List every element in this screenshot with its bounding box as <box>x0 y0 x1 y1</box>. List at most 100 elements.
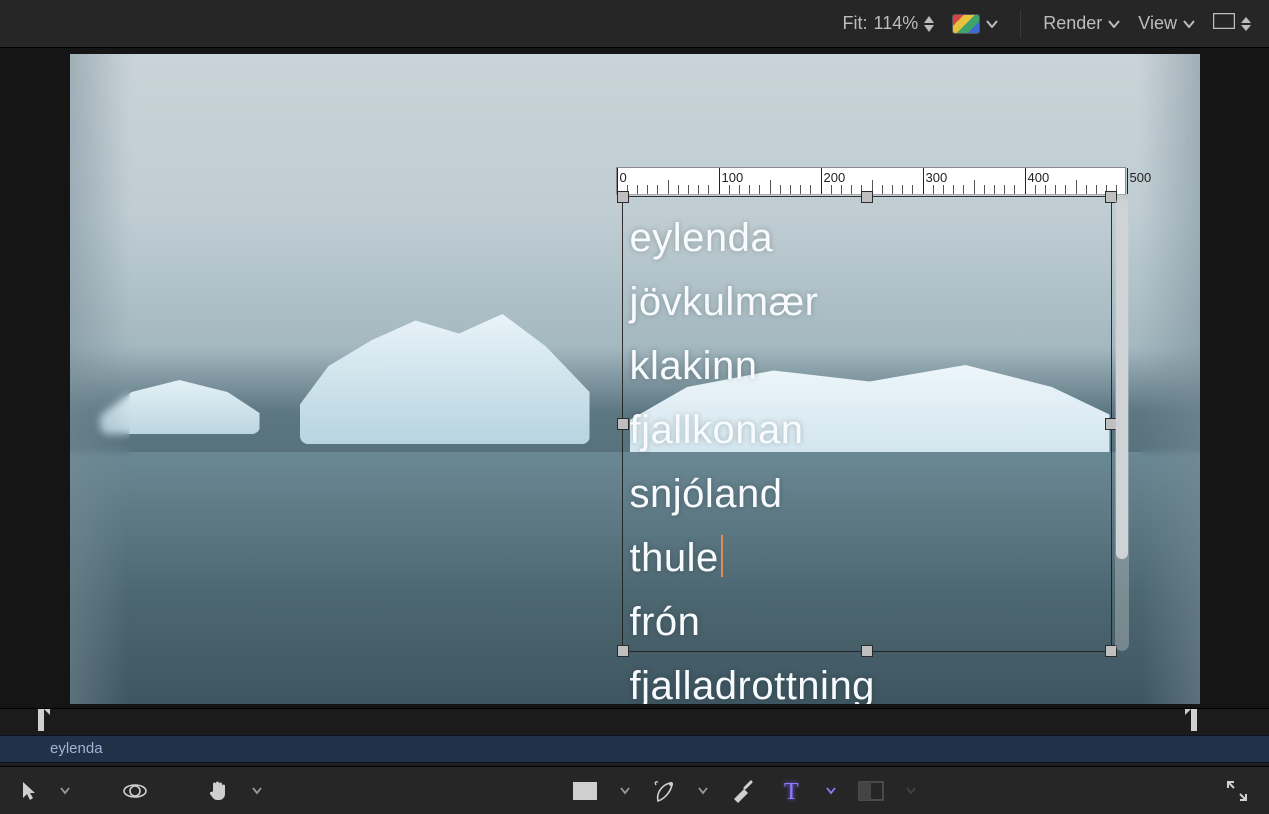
ruler-minor-tick <box>994 185 995 194</box>
text-line[interactable]: klakinn <box>630 334 875 398</box>
scene-blur-right <box>1140 54 1200 704</box>
ruler-minor-tick <box>780 185 781 194</box>
tool-toolbar: T <box>0 766 1269 814</box>
viewport[interactable]: 0100200300400500 eylendajövkulmærklakinn… <box>70 54 1200 704</box>
ruler-minor-tick <box>1076 180 1077 194</box>
mask-tool[interactable] <box>852 777 890 805</box>
ruler-major-tick <box>719 168 720 194</box>
ruler-label: 100 <box>722 170 744 185</box>
ruler-minor-tick <box>739 185 740 194</box>
tool-submenu-chevron[interactable] <box>252 787 262 795</box>
ruler-minor-tick <box>637 185 638 194</box>
pen-tool[interactable] <box>646 775 682 807</box>
timeline-ruler[interactable] <box>0 709 1269 735</box>
fit-value: 114% <box>874 13 919 34</box>
text-line[interactable]: eylenda <box>630 206 875 270</box>
ruler-minor-tick <box>943 185 944 194</box>
ruler-minor-tick <box>759 185 760 194</box>
ruler-label: 400 <box>1028 170 1050 185</box>
ruler-minor-tick <box>1045 185 1046 194</box>
timeline-clip[interactable]: eylenda <box>0 735 1269 763</box>
ruler-minor-tick <box>1096 185 1097 194</box>
tool-submenu-chevron <box>906 787 916 795</box>
resize-handle[interactable] <box>617 191 629 203</box>
scene-iceberg <box>300 314 590 444</box>
color-channel-control[interactable] <box>952 14 998 34</box>
text-scrollbar[interactable] <box>1115 197 1129 651</box>
clip-label: eylenda <box>50 740 103 757</box>
text-line[interactable]: jövkulmær <box>630 270 875 334</box>
text-tool[interactable]: T <box>776 775 810 807</box>
color-well-icon <box>952 14 980 34</box>
text-line[interactable]: snjóland <box>630 462 875 526</box>
select-tool[interactable] <box>14 776 44 806</box>
ruler-minor-tick <box>729 185 730 194</box>
svg-text:T: T <box>784 779 799 803</box>
tool-submenu-chevron[interactable] <box>620 787 630 795</box>
ruler-minor-tick <box>708 185 709 194</box>
render-label: Render <box>1043 13 1102 34</box>
ruler-minor-tick <box>810 185 811 194</box>
ruler-minor-tick <box>800 185 801 194</box>
tool-submenu-chevron[interactable] <box>698 787 708 795</box>
fit-label: Fit: <box>843 13 868 34</box>
text-line[interactable]: fjalladrottning <box>630 654 875 704</box>
pan-tool[interactable] <box>200 775 236 807</box>
resize-handle[interactable] <box>617 645 629 657</box>
ruler-minor-tick <box>698 185 699 194</box>
layout-icon <box>1213 13 1235 34</box>
ruler-minor-tick <box>963 185 964 194</box>
play-range-in-icon[interactable] <box>36 709 50 731</box>
mini-timeline: eylenda <box>0 708 1269 766</box>
ruler-label: 200 <box>824 170 846 185</box>
ruler-minor-tick <box>1055 185 1056 194</box>
view-menu[interactable]: View <box>1138 13 1195 34</box>
ruler-minor-tick <box>892 185 893 194</box>
canvas-area: 0100200300400500 eylendajövkulmærklakinn… <box>0 48 1269 708</box>
text-content[interactable]: eylendajövkulmærklakinnfjallkonansnjólan… <box>630 206 875 704</box>
text-line[interactable]: fjallkonan <box>630 398 875 462</box>
ruler-minor-tick <box>984 185 985 194</box>
fit-stepper-icon[interactable] <box>924 16 934 32</box>
tool-submenu-chevron[interactable] <box>60 787 70 795</box>
ruler-minor-tick <box>851 185 852 194</box>
layout-menu[interactable] <box>1213 13 1251 34</box>
ruler-minor-tick <box>647 185 648 194</box>
ruler-minor-tick <box>831 185 832 194</box>
ruler-minor-tick <box>953 185 954 194</box>
ruler-minor-tick <box>974 180 975 194</box>
text-line[interactable]: frón <box>630 590 875 654</box>
ruler-minor-tick <box>770 180 771 194</box>
chevron-down-icon <box>1183 20 1195 28</box>
ruler-label: 500 <box>1130 170 1152 185</box>
tool-submenu-chevron[interactable] <box>826 787 836 795</box>
ruler-major-tick <box>923 168 924 194</box>
toolbar-separator <box>1020 10 1021 38</box>
resize-handle[interactable] <box>617 418 629 430</box>
ruler-minor-tick <box>749 185 750 194</box>
viewer-toolbar: Fit: 114% Render View <box>0 0 1269 48</box>
ruler-minor-tick <box>1004 185 1005 194</box>
ruler-minor-tick <box>841 185 842 194</box>
fit-control[interactable]: Fit: 114% <box>843 13 935 34</box>
fullscreen-toggle[interactable] <box>1219 775 1255 807</box>
render-menu[interactable]: Render <box>1043 13 1120 34</box>
scrollbar-thumb[interactable] <box>1116 199 1128 559</box>
view-label: View <box>1138 13 1177 34</box>
resize-handle[interactable] <box>861 191 873 203</box>
text-cursor <box>721 535 723 577</box>
ruler-minor-tick <box>1014 185 1015 194</box>
orbit-tool[interactable] <box>116 774 154 808</box>
scene-blur-left <box>70 54 130 704</box>
rectangle-tool[interactable] <box>566 777 604 805</box>
ruler-label: 300 <box>926 170 948 185</box>
brush-tool[interactable] <box>724 775 760 807</box>
ruler-major-tick <box>1127 168 1128 194</box>
play-range-out-icon[interactable] <box>1185 709 1199 731</box>
layout-stepper-icon[interactable] <box>1241 17 1251 31</box>
ruler-minor-tick <box>790 185 791 194</box>
ruler-major-tick <box>1025 168 1026 194</box>
ruler-minor-tick <box>912 185 913 194</box>
ruler-minor-tick <box>678 185 679 194</box>
text-line[interactable]: thule <box>630 526 875 590</box>
